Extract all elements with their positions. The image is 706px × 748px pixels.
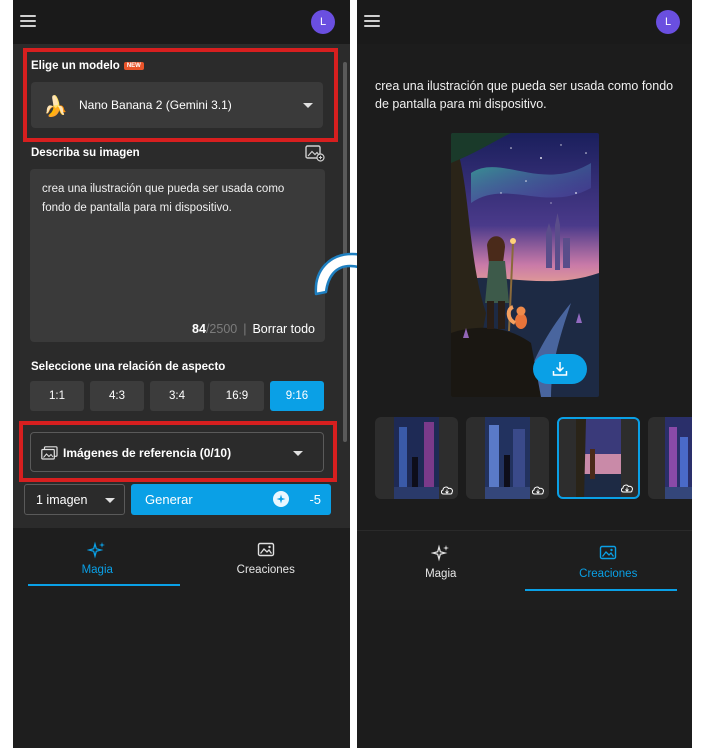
cloud-download-icon[interactable]	[620, 483, 634, 493]
generate-label: Generar	[145, 492, 193, 507]
avatar[interactable]: L	[311, 10, 335, 34]
bottom-nav: Magia Creaciones	[13, 528, 350, 608]
nav-magic[interactable]: Magia	[357, 531, 525, 610]
empty-area	[357, 610, 692, 748]
generate-cost: -5	[309, 492, 321, 507]
bottom-nav: Magia Creaciones	[357, 530, 692, 610]
aspect-16-9-button[interactable]: 16:9	[210, 381, 264, 411]
generate-button[interactable]: Generar -5	[131, 484, 331, 515]
char-counter: 84/2500 | Borrar todo	[192, 322, 315, 336]
prompt-text: crea una ilustración que pueda ser usada…	[42, 183, 285, 214]
nav-magic[interactable]: Magia	[13, 528, 182, 608]
nav-creations-label: Creaciones	[236, 564, 295, 576]
prompt-label: Describa su imagen	[31, 147, 140, 159]
aspect-1-1-button[interactable]: 1:1	[30, 381, 84, 411]
menu-icon[interactable]	[364, 15, 380, 27]
clear-all-button[interactable]: Borrar todo	[252, 322, 315, 336]
nav-creations[interactable]: Creaciones	[525, 531, 693, 610]
quantity-select[interactable]: 1 imagen	[24, 484, 125, 515]
prompt-textarea[interactable]: crea una ilustración que pueda ser usada…	[30, 169, 325, 342]
image-prompt-icon[interactable]	[305, 145, 325, 162]
thumbnail-image	[665, 417, 692, 499]
nav-creations[interactable]: Creaciones	[182, 528, 351, 608]
creation-thumbnail[interactable]	[466, 417, 549, 499]
char-count: 84	[192, 322, 206, 336]
credits-icon	[273, 491, 289, 507]
creations-screen: L crea una ilustración que pueda ser usa…	[357, 0, 692, 748]
aspect-4-3-button[interactable]: 4:3	[90, 381, 144, 411]
creation-thumbnail[interactable]	[648, 417, 692, 499]
highlight-reference	[19, 421, 337, 482]
gallery-icon	[600, 545, 617, 560]
thumbnail-image	[394, 417, 439, 499]
app-bar: L	[13, 0, 350, 44]
creation-thumbnail-selected[interactable]	[557, 417, 640, 499]
cloud-download-icon[interactable]	[440, 485, 454, 495]
sparkles-icon	[87, 541, 106, 559]
aspect-3-4-button[interactable]: 3:4	[150, 381, 204, 411]
counter-divider: |	[243, 322, 247, 336]
app-bar: L	[357, 0, 692, 44]
thumbnail-image	[485, 417, 530, 499]
download-icon	[552, 362, 568, 376]
nav-magic-label: Magia	[425, 568, 457, 580]
magic-screen: L Elige un modelo NEW 🍌 Nano Banana 2 (Ge…	[13, 0, 350, 748]
quantity-value: 1 imagen	[36, 493, 88, 507]
download-button[interactable]	[533, 354, 587, 384]
creation-prompt: crea una ilustración que pueda ser usada…	[375, 79, 674, 111]
aspect-label: Seleccione una relación de aspecto	[31, 361, 226, 373]
empty-area	[13, 608, 350, 748]
menu-icon[interactable]	[20, 15, 36, 27]
creation-thumbnail[interactable]	[375, 417, 458, 499]
nav-creations-label: Creaciones	[579, 568, 638, 580]
nav-active-indicator	[28, 584, 180, 586]
nav-magic-label: Magia	[81, 564, 113, 576]
avatar[interactable]: L	[656, 10, 680, 34]
thumbnail-image	[576, 419, 621, 497]
chevron-down-icon	[105, 498, 115, 503]
cloud-download-icon[interactable]	[531, 485, 545, 495]
highlight-model	[23, 48, 338, 142]
char-max: /2500	[205, 322, 238, 336]
sparkles-icon	[430, 544, 449, 562]
nav-active-indicator	[525, 589, 677, 591]
gallery-icon	[257, 542, 274, 557]
aspect-9-16-button[interactable]: 9:16	[270, 381, 324, 411]
